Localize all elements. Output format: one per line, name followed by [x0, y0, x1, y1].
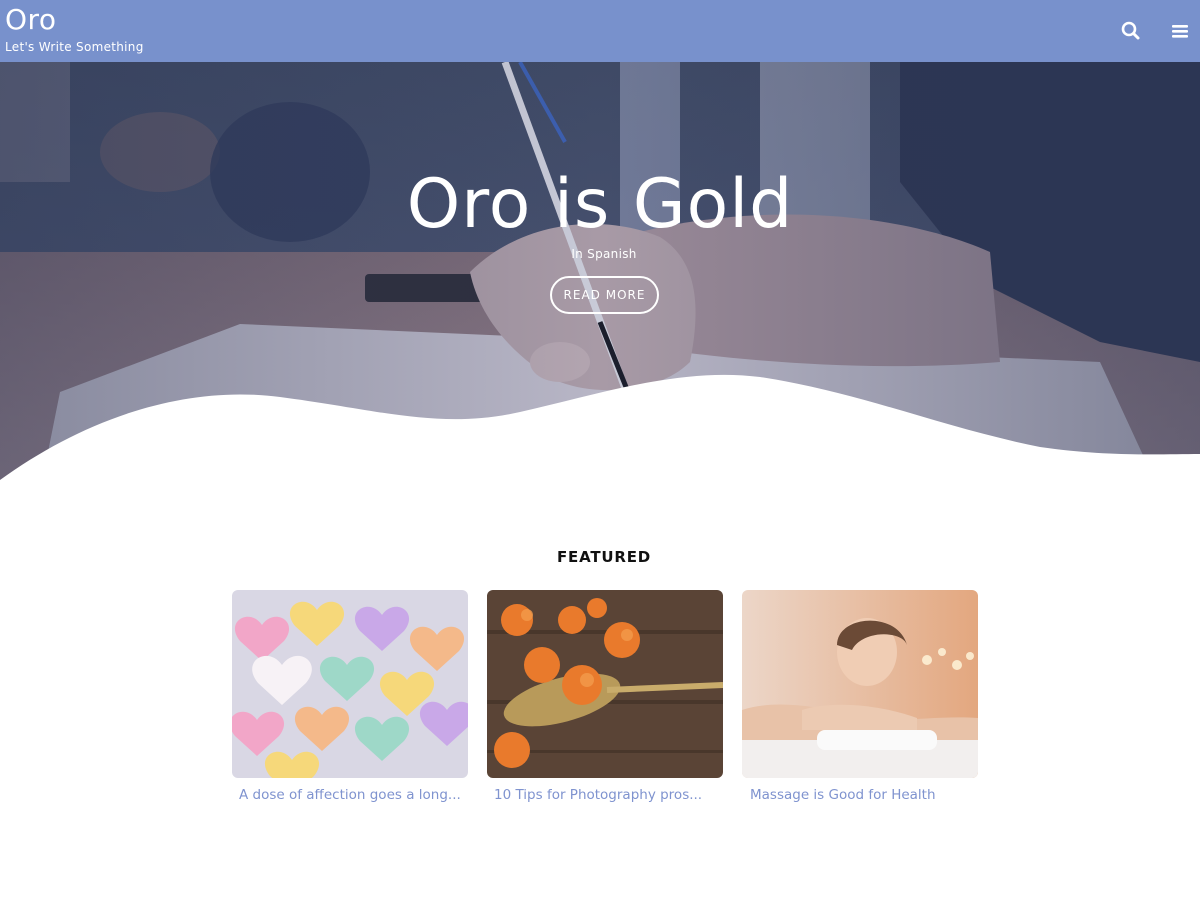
spa-woman-image[interactable]: [742, 590, 978, 778]
candy-hearts-image[interactable]: [232, 590, 468, 778]
featured-card-photography: 10 Tips for Photography pros...: [487, 590, 723, 803]
hero-subtitle: In Spanish: [571, 247, 637, 261]
featured-card-massage: Massage is Good for Health: [742, 590, 978, 803]
search-icon: [1121, 21, 1140, 40]
featured-card-title[interactable]: A dose of affection goes a long...: [232, 787, 468, 803]
read-more-button[interactable]: READ MORE: [550, 276, 659, 314]
orange-flowers-image[interactable]: [487, 590, 723, 778]
featured-card-title[interactable]: Massage is Good for Health: [742, 787, 978, 803]
hero-title: Oro is Gold: [406, 165, 794, 244]
site-tagline: Let's Write Something: [5, 40, 144, 54]
menu-button[interactable]: [1167, 18, 1193, 44]
hero-banner: Oro is Gold In Spanish READ MORE: [0, 62, 1200, 492]
site-header: Oro Let's Write Something: [0, 0, 1200, 62]
featured-card-title[interactable]: 10 Tips for Photography pros...: [487, 787, 723, 803]
search-button[interactable]: [1118, 18, 1144, 44]
hamburger-menu-icon: [1172, 25, 1188, 38]
featured-heading: FEATURED: [557, 548, 651, 566]
featured-card-candy: A dose of affection goes a long...: [232, 590, 468, 803]
site-title-link[interactable]: Oro: [5, 4, 57, 36]
